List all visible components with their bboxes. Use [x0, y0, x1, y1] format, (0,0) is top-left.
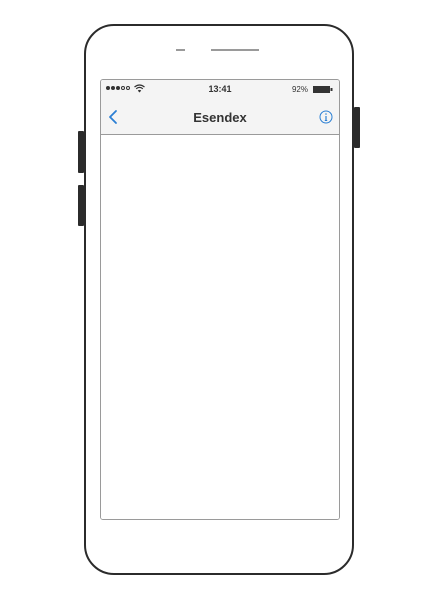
earpiece-speaker — [211, 49, 259, 51]
power-button — [354, 107, 360, 148]
battery-icon — [313, 86, 333, 93]
info-icon[interactable] — [319, 110, 333, 124]
battery-percent: 92% — [291, 85, 308, 94]
navigation-bar: Esendex — [101, 100, 339, 135]
status-bar: 13:41 92% — [101, 80, 339, 100]
device-mockup: 13:41 92% Esendex — [0, 0, 440, 600]
screen-content — [101, 135, 339, 519]
page-title: Esendex — [193, 110, 247, 125]
front-camera — [176, 49, 185, 51]
phone-screen: 13:41 92% Esendex — [100, 79, 340, 520]
